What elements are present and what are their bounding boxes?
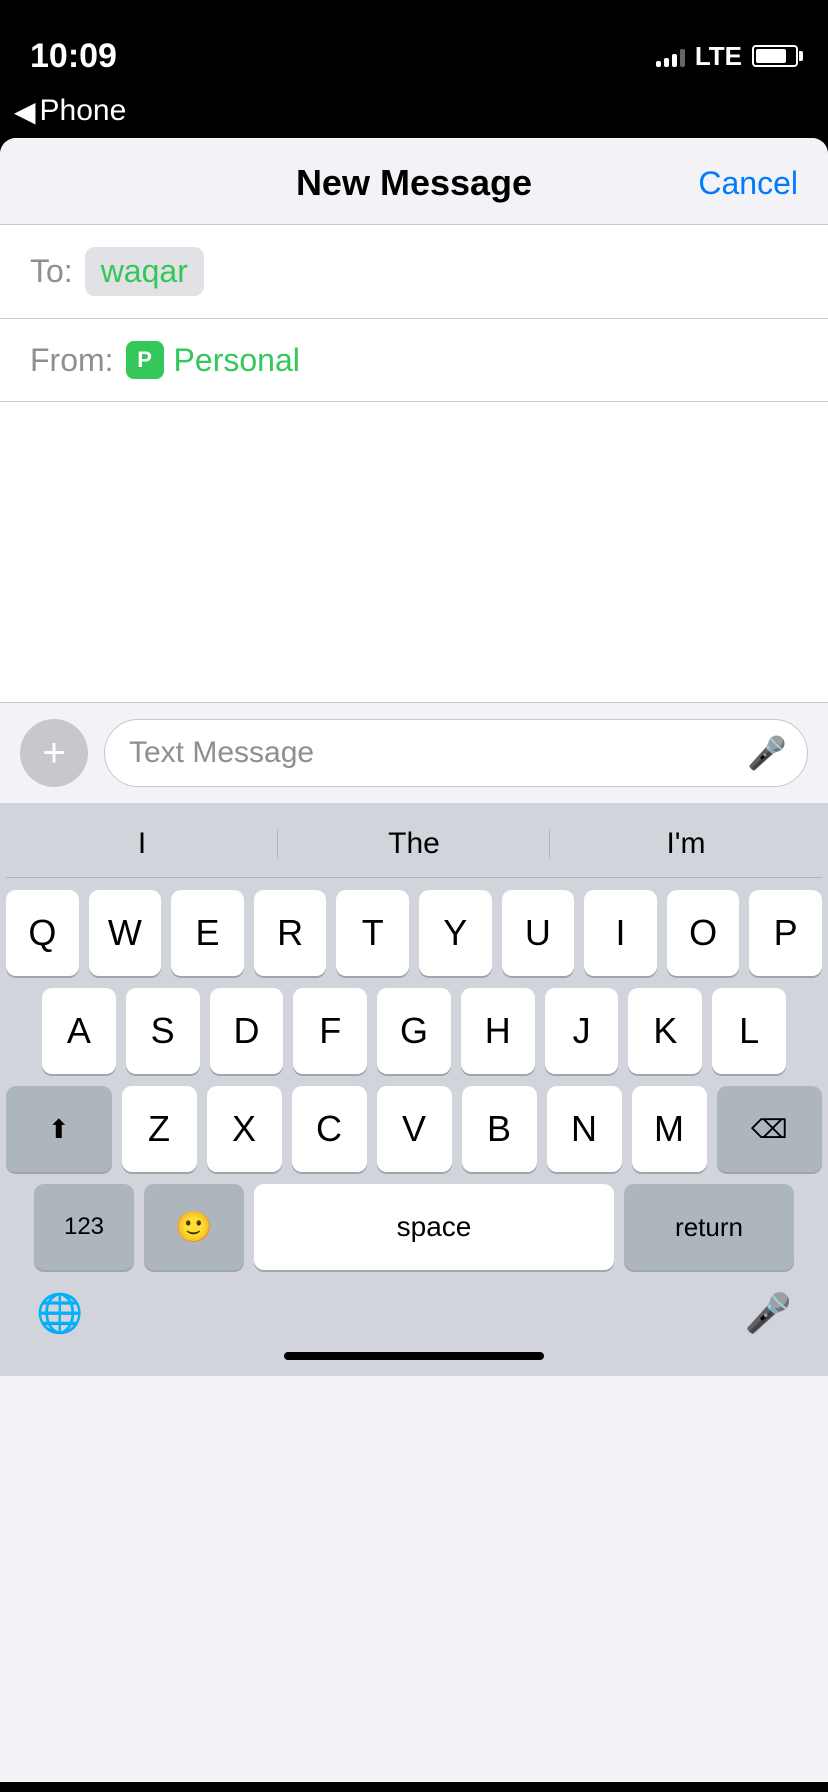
text-message-placeholder: Text Message (129, 736, 314, 770)
autocomplete-bar: I The I'm (6, 817, 822, 878)
autocomplete-word-3[interactable]: I'm (550, 827, 822, 861)
keyboard-row-3: ⬆ Z X C V B N M ⌫ (6, 1086, 822, 1172)
signal-bars-icon (656, 45, 685, 67)
home-bar (284, 1352, 544, 1360)
key-u[interactable]: U (502, 890, 575, 976)
page-title: New Message (296, 162, 532, 204)
key-e[interactable]: E (171, 890, 244, 976)
return-button[interactable]: return (624, 1184, 794, 1270)
autocomplete-word-1[interactable]: I (6, 827, 278, 861)
back-nav[interactable]: ◀ Phone (0, 88, 828, 138)
key-t[interactable]: T (336, 890, 409, 976)
key-s[interactable]: S (126, 988, 200, 1074)
key-x[interactable]: X (207, 1086, 282, 1172)
message-header: New Message Cancel (0, 138, 828, 225)
to-label: To: (30, 253, 73, 290)
status-right: LTE (656, 41, 798, 72)
space-button[interactable]: space (254, 1184, 614, 1270)
account-icon-letter: P (137, 347, 152, 373)
from-label: From: (30, 342, 114, 379)
key-f[interactable]: F (293, 988, 367, 1074)
key-b[interactable]: B (462, 1086, 537, 1172)
key-d[interactable]: D (210, 988, 284, 1074)
status-time: 10:09 (30, 37, 117, 76)
main-content: New Message Cancel To: waqar From: P Per… (0, 138, 828, 1782)
from-field[interactable]: From: P Personal (0, 319, 828, 402)
back-label: Phone (40, 94, 127, 128)
key-y[interactable]: Y (419, 890, 492, 976)
back-chevron-icon: ◀ (14, 95, 36, 128)
autocomplete-word-2[interactable]: The (278, 827, 550, 861)
keyboard-row-2: A S D F G H J K L (6, 988, 822, 1074)
key-o[interactable]: O (667, 890, 740, 976)
globe-icon[interactable]: 🌐 (36, 1292, 83, 1336)
key-p[interactable]: P (749, 890, 822, 976)
key-a[interactable]: A (42, 988, 116, 1074)
microphone-icon[interactable]: 🎤 (745, 1292, 792, 1336)
key-v[interactable]: V (377, 1086, 452, 1172)
battery-icon (752, 45, 798, 67)
keyboard: I The I'm Q W E R T Y U I O P A S D F G … (0, 803, 828, 1376)
recipient-name: waqar (101, 253, 188, 290)
key-i[interactable]: I (584, 890, 657, 976)
to-field[interactable]: To: waqar (0, 225, 828, 319)
key-n[interactable]: N (547, 1086, 622, 1172)
mic-icon[interactable]: 🎤 (747, 734, 787, 772)
status-bar: 10:09 LTE (0, 0, 828, 88)
home-indicator (6, 1352, 822, 1376)
key-l[interactable]: L (712, 988, 786, 1074)
key-r[interactable]: R (254, 890, 327, 976)
key-z[interactable]: Z (122, 1086, 197, 1172)
key-q[interactable]: Q (6, 890, 79, 976)
keyboard-bottom-bar: 🌐 🎤 (6, 1282, 822, 1352)
key-j[interactable]: J (545, 988, 619, 1074)
text-input-area[interactable]: Text Message 🎤 (104, 719, 808, 787)
key-m[interactable]: M (632, 1086, 707, 1172)
emoji-button[interactable]: 🙂 (144, 1184, 244, 1270)
recipient-chip[interactable]: waqar (85, 247, 204, 296)
key-k[interactable]: K (628, 988, 702, 1074)
key-h[interactable]: H (461, 988, 535, 1074)
account-name: Personal (174, 342, 300, 379)
input-toolbar: + Text Message 🎤 (0, 702, 828, 803)
plus-icon: + (42, 733, 65, 773)
account-icon: P (126, 341, 164, 379)
battery-level (756, 49, 786, 63)
key-c[interactable]: C (292, 1086, 367, 1172)
backspace-button[interactable]: ⌫ (717, 1086, 823, 1172)
cancel-button[interactable]: Cancel (698, 165, 798, 202)
numbers-button[interactable]: 123 (34, 1184, 134, 1270)
keyboard-row-1: Q W E R T Y U I O P (6, 890, 822, 976)
add-button[interactable]: + (20, 719, 88, 787)
keyboard-row-4: 123 🙂 space return (6, 1184, 822, 1270)
shift-button[interactable]: ⬆ (6, 1086, 112, 1172)
lte-label: LTE (695, 41, 742, 72)
message-body[interactable] (0, 402, 828, 702)
key-g[interactable]: G (377, 988, 451, 1074)
key-w[interactable]: W (89, 890, 162, 976)
